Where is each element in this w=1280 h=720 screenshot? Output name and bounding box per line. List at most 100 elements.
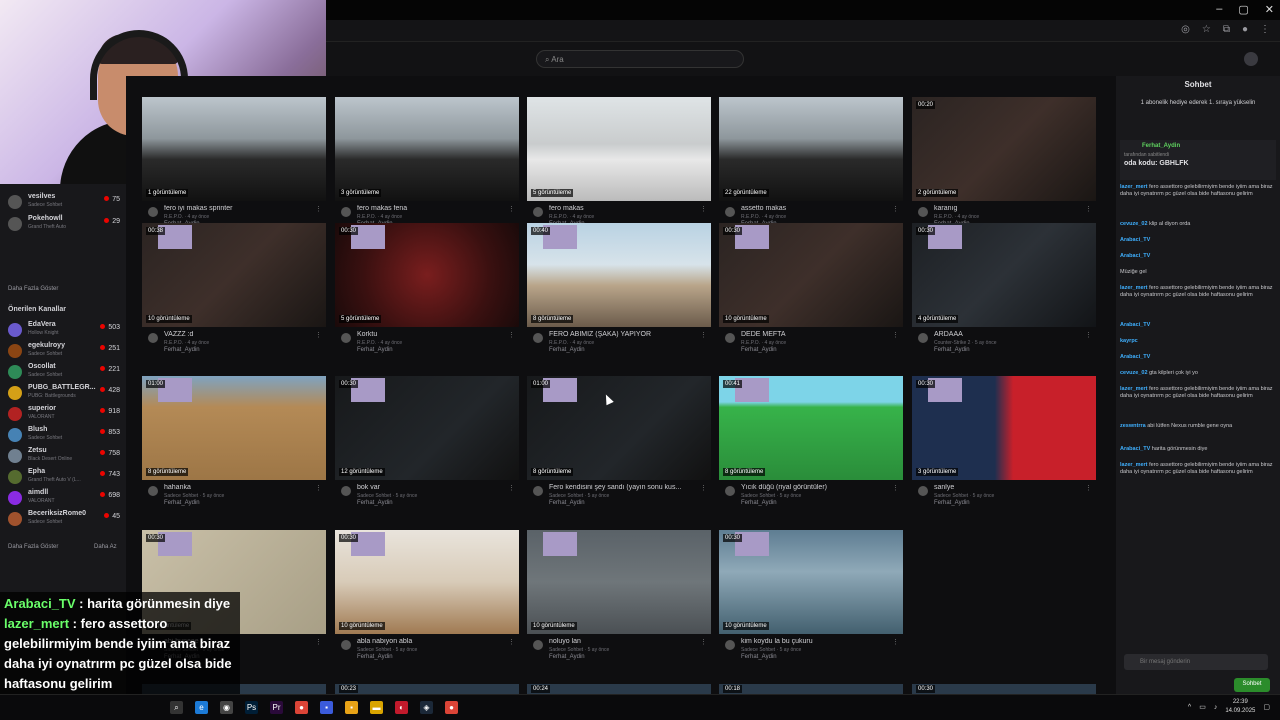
video-author[interactable]: Ferhat_Aydin (741, 347, 777, 353)
video-card[interactable]: 01:00 8 görüntüleme Fero kendisini şey san… (527, 376, 711, 510)
video-title[interactable]: hahanka (164, 484, 314, 491)
chat-username[interactable]: lazer_mert (1120, 184, 1148, 190)
video-thumbnail[interactable]: 00:20 2 görüntüleme (912, 97, 1096, 201)
profile-icon[interactable]: ● (1242, 24, 1248, 35)
premiere-icon[interactable]: Pr (270, 701, 283, 714)
video-card[interactable]: 00:30 5 görüntüleme Korktu R.E.P.O. · 4 ay … (335, 223, 519, 357)
volume-icon[interactable]: ♪ (1214, 704, 1218, 711)
close-icon[interactable]: ✕ (1265, 3, 1274, 16)
more-options-icon[interactable]: ⋮ (892, 205, 899, 213)
chat-username[interactable]: Arabaci_TV (1120, 322, 1150, 328)
video-thumbnail[interactable]: 00:40 8 görüntüleme (527, 223, 711, 327)
video-card[interactable]: 1 görüntüleme fero iyi makas sprinter R.E.… (142, 97, 326, 231)
chrome-icon[interactable]: ● (295, 701, 308, 714)
video-author[interactable]: Ferhat_Aydin (164, 347, 200, 353)
chat-username[interactable]: Arabaci_TV (1120, 253, 1150, 259)
more-options-icon[interactable]: ⋮ (700, 331, 707, 339)
video-thumbnail[interactable]: 00:41 8 görüntüleme (719, 376, 903, 480)
video-thumbnail[interactable]: 00:30 3 görüntüleme (912, 376, 1096, 480)
more-options-icon[interactable]: ⋮ (892, 638, 899, 646)
video-author[interactable]: Ferhat_Aydin (934, 500, 970, 506)
minimize-icon[interactable]: – (1216, 3, 1222, 16)
video-thumbnail[interactable]: 10 görüntüleme (527, 530, 711, 634)
video-card[interactable]: 00:30 10 görüntüleme abla nabıyon abla Sade… (335, 530, 519, 664)
more-options-icon[interactable]: ⋮ (892, 484, 899, 492)
video-title[interactable]: ARDAAA (934, 331, 1084, 338)
video-title[interactable]: Yıcık düğü (riyal görüntüler) (741, 484, 891, 491)
video-title[interactable]: fero makas fena (357, 205, 507, 212)
video-thumbnail[interactable]: 00:18 (719, 684, 903, 694)
video-title[interactable]: karanıg (934, 205, 1084, 212)
video-card[interactable]: 00:40 8 görüntüleme FERO ABİMİZ (ŞAKA) YAP… (527, 223, 711, 357)
more-options-icon[interactable]: ⋮ (508, 331, 515, 339)
chrome-icon[interactable]: ● (445, 701, 458, 714)
chat-username[interactable]: lazer_mert (1120, 285, 1148, 291)
chat-username[interactable]: Arabaci_TV (1120, 237, 1150, 243)
video-card[interactable]: 5 görüntüleme fero makas R.E.P.O. · 4 ay ö… (527, 97, 711, 231)
photoshop-icon[interactable]: Ps (245, 701, 258, 714)
video-author[interactable]: Ferhat_Aydin (549, 654, 585, 660)
video-thumbnail[interactable]: 01:00 8 görüntüleme (527, 376, 711, 480)
clock[interactable]: 22:39 14.09.2025 (1225, 698, 1255, 716)
more-options-icon[interactable]: ⋮ (1085, 205, 1092, 213)
chat-username[interactable]: lazer_mert (1120, 386, 1148, 392)
video-thumbnail[interactable]: 5 görüntüleme (527, 97, 711, 201)
chat-username[interactable]: zeswntrra (1120, 423, 1146, 429)
sidebar-item[interactable]: Oscollat Sadece Sohbet 221 (6, 362, 122, 382)
chat-username[interactable]: Arabaci_TV (1120, 354, 1150, 360)
video-card[interactable]: 00:24 (527, 684, 711, 694)
video-author[interactable]: Ferhat_Aydin (357, 500, 393, 506)
maximize-icon[interactable]: ▢ (1238, 3, 1248, 16)
sidebar-item[interactable]: egekulroyy Sadece Sohbet 251 (6, 341, 122, 361)
more-options-icon[interactable]: ⋮ (700, 638, 707, 646)
video-thumbnail[interactable]: 00:30 (912, 684, 1096, 694)
video-thumbnail[interactable]: 00:23 (335, 684, 519, 694)
video-author[interactable]: Ferhat_Aydin (549, 500, 585, 506)
video-card[interactable]: 00:30 (912, 684, 1096, 694)
more-options-icon[interactable]: ⋮ (508, 638, 515, 646)
more-options-icon[interactable]: ⋮ (315, 331, 322, 339)
gift-banner[interactable]: 1 abonelik hediye ederek 1. sıraya yükse… (1122, 100, 1274, 106)
chat-username[interactable]: lazer_mert (1120, 462, 1148, 468)
video-title[interactable]: Korktu (357, 331, 507, 338)
video-card[interactable]: 00:38 10 görüntüleme VAZZZ :d R.E.P.O. · 4 … (142, 223, 326, 357)
show-more-link-2[interactable]: Daha Fazla Göster (8, 544, 58, 550)
video-title[interactable]: assetto makas (741, 205, 891, 212)
video-title[interactable]: noluyo lan (549, 638, 699, 645)
sidebar-item[interactable]: Zetsu Black Desert Online 758 (6, 446, 122, 466)
app-icon[interactable]: ▪ (320, 701, 333, 714)
browser-address-bar[interactable]: ◎ ☆ ⧉ ● ⋮ (326, 20, 1280, 42)
more-options-icon[interactable]: ⋮ (315, 638, 322, 646)
video-card[interactable]: 00:18 (719, 684, 903, 694)
video-title[interactable]: VAZZZ :d (164, 331, 314, 338)
search-input[interactable]: ⌕ Ara (536, 50, 744, 68)
video-card[interactable]: 01:00 8 görüntüleme hahanka Sadece Sohbet ·… (142, 376, 326, 510)
video-author[interactable]: Ferhat_Aydin (934, 347, 970, 353)
more-options-icon[interactable]: ⋮ (315, 205, 322, 213)
app-icon[interactable]: ◉ (220, 701, 233, 714)
video-card[interactable]: 22 görüntüleme assetto makas R.E.P.O. · 4 … (719, 97, 903, 231)
sidebar-item[interactable]: aimdll VALORANT 698 (6, 488, 122, 508)
user-avatar[interactable] (1244, 52, 1258, 66)
sidebar-item[interactable]: Blush Sadece Sohbet 853 (6, 425, 122, 445)
video-thumbnail[interactable]: 00:30 10 görüntüleme (719, 223, 903, 327)
chevron-up-icon[interactable]: ^ (1188, 704, 1191, 711)
video-author[interactable]: Ferhat_Aydin (357, 654, 393, 660)
video-author[interactable]: Ferhat_Aydin (741, 500, 777, 506)
video-title[interactable]: fero iyi makas sprinter (164, 205, 314, 212)
sidebar-item[interactable]: vesilves Sadece Sohbet 75 (6, 192, 122, 212)
eye-off-icon[interactable]: ◎ (1181, 24, 1190, 35)
video-thumbnail[interactable]: 00:30 12 görüntüleme (335, 376, 519, 480)
chat-username[interactable]: kayrpc (1120, 338, 1138, 344)
video-card[interactable]: 00:30 12 görüntüleme bok var Sadece Sohbet … (335, 376, 519, 510)
chat-username[interactable]: cevuze_02 (1120, 370, 1148, 376)
more-options-icon[interactable]: ⋮ (315, 484, 322, 492)
more-options-icon[interactable]: ⋮ (1085, 484, 1092, 492)
more-options-icon[interactable]: ⋮ (892, 331, 899, 339)
sidebar-item[interactable]: Pokehowll Grand Theft Auto 29 (6, 214, 122, 234)
more-options-icon[interactable]: ⋮ (508, 205, 515, 213)
video-thumbnail[interactable]: 22 görüntüleme (719, 97, 903, 201)
video-card[interactable]: 00:30 4 görüntüleme ARDAAA Counter-Strike 2… (912, 223, 1096, 357)
more-options-icon[interactable]: ⋮ (508, 484, 515, 492)
video-card[interactable]: 00:30 3 görüntüleme sanlye Sadece Sohbet · … (912, 376, 1096, 510)
